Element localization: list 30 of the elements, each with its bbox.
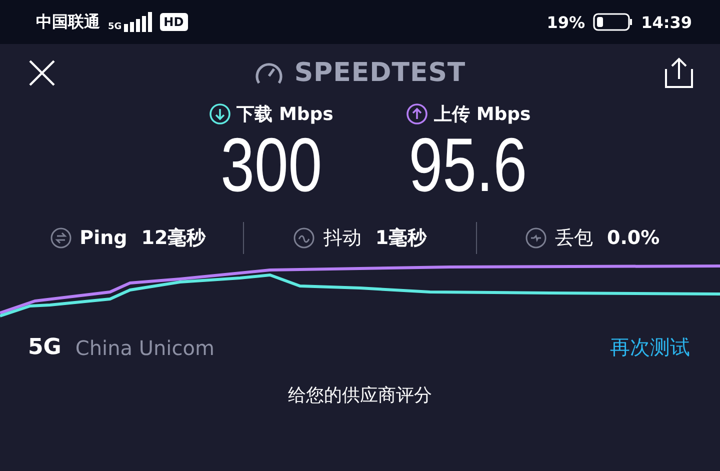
wave-icon	[293, 227, 316, 249]
app-title: SPEEDTEST	[294, 58, 466, 88]
battery-percent: 19%	[546, 12, 586, 32]
speed-value: 95.6	[409, 128, 528, 204]
download-icon	[208, 103, 231, 125]
battery-icon	[593, 13, 634, 31]
speed-label: 上传 Mbps	[434, 103, 531, 126]
clock: 14:39	[641, 12, 692, 32]
stat-value: 1毫秒	[375, 226, 427, 251]
network-type: 5G	[28, 335, 62, 360]
speed-label: 下载 Mbps	[236, 103, 334, 126]
stat-label: 丢包	[554, 226, 593, 251]
rate-provider-prompt: 给您的供应商评分	[287, 384, 433, 407]
gauge-icon	[254, 60, 284, 86]
stat-label: Ping	[80, 227, 128, 249]
network-type: 5G	[108, 23, 122, 32]
hd-badge: HD	[160, 13, 188, 31]
stat-value: 0.0%	[606, 227, 660, 249]
carrier-name: 中国联通	[36, 12, 100, 32]
share-button[interactable]	[664, 57, 694, 89]
stat-value: 12毫秒	[141, 226, 206, 251]
stat-label: 抖动	[323, 226, 362, 251]
signal-icon	[124, 12, 152, 32]
close-button[interactable]	[28, 59, 56, 87]
provider-name: China Unicom	[75, 336, 214, 360]
upload-icon	[406, 103, 428, 125]
pulse-icon	[524, 227, 547, 249]
retest-link[interactable]: 再次测试	[610, 334, 690, 361]
ping-icon	[50, 227, 72, 249]
speed-value: 300	[220, 128, 322, 204]
